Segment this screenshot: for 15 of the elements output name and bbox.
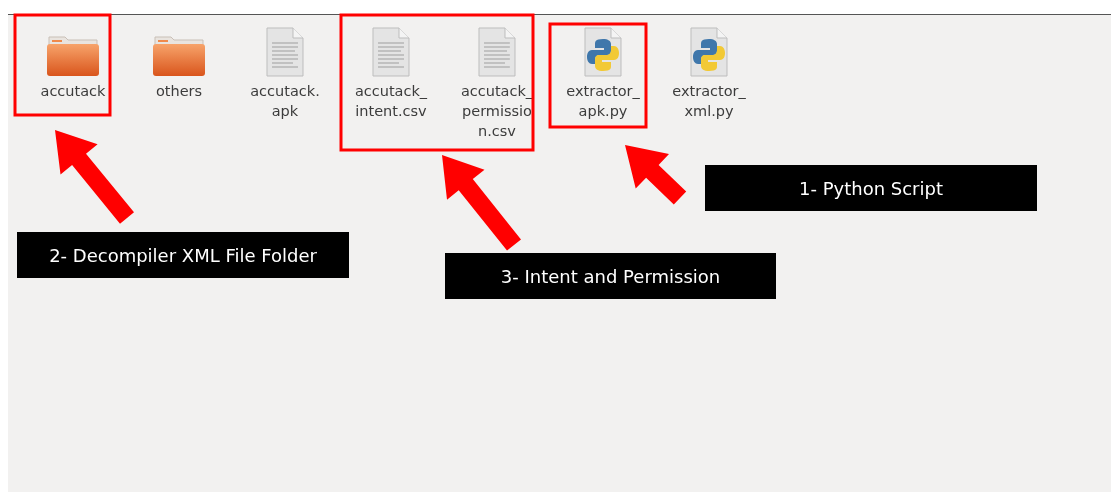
- document-icon: [265, 27, 305, 77]
- file-name[interactable]: accutack_ intent.csv: [354, 81, 428, 121]
- callout-label: 2- Decompiler XML File Folder: [17, 232, 349, 278]
- file-name[interactable]: accutack. apk: [250, 81, 320, 121]
- python-file-icon: [689, 27, 729, 77]
- document-icon: [371, 27, 411, 77]
- python-file-icon: [583, 27, 623, 77]
- file-name[interactable]: extractor_ xml.py: [672, 81, 746, 121]
- file-name[interactable]: accutack: [40, 81, 106, 101]
- arrow: [625, 145, 687, 205]
- callout-label: 3- Intent and Permission: [445, 253, 776, 299]
- file-name[interactable]: extractor_ apk.py: [566, 81, 640, 121]
- document-icon: [477, 27, 517, 77]
- callout-label: 1- Python Script: [705, 165, 1037, 211]
- file-name[interactable]: others: [155, 81, 203, 101]
